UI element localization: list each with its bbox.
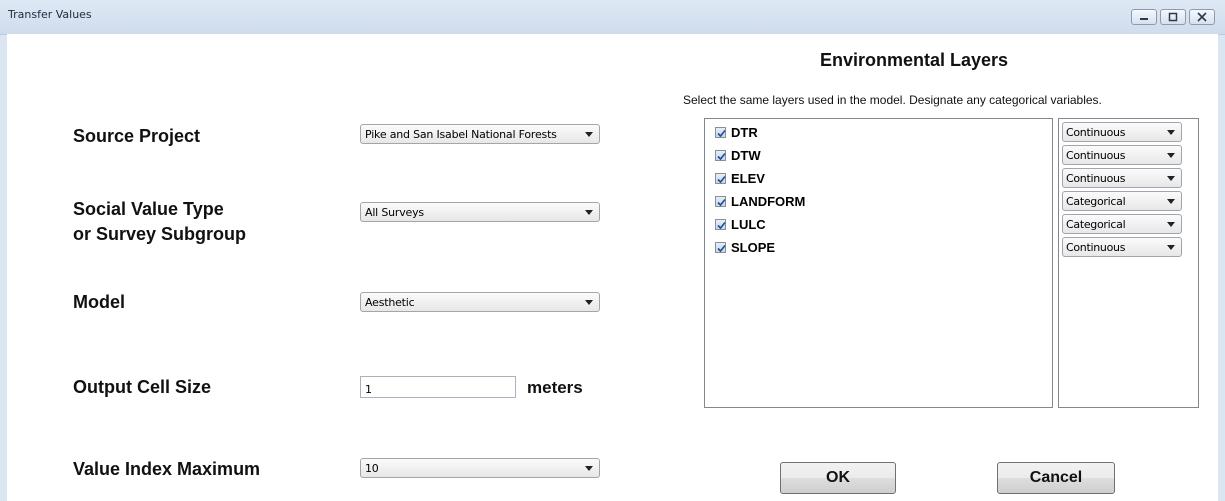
chevron-down-icon	[1167, 199, 1175, 204]
checkbox-checked-icon[interactable]	[715, 126, 726, 138]
chevron-down-icon	[1167, 222, 1175, 227]
checkbox-checked-icon[interactable]	[715, 241, 726, 253]
value-index-maximum-value: 10	[365, 462, 379, 475]
window-controls	[1131, 9, 1215, 25]
layer-item-dtr[interactable]: DTR	[715, 121, 758, 143]
environmental-layers-instructions: Select the same layers used in the model…	[683, 93, 1102, 107]
social-value-type-dropdown[interactable]: All Surveys	[360, 202, 600, 222]
cancel-button[interactable]: Cancel	[997, 462, 1115, 494]
layer-item-slope[interactable]: SLOPE	[715, 236, 775, 258]
social-value-type-value: All Surveys	[365, 206, 424, 219]
chevron-down-icon	[1167, 176, 1175, 181]
value-index-maximum-label: Value Index Maximum	[73, 459, 261, 479]
chevron-down-icon	[1167, 130, 1175, 135]
chevron-down-icon	[1167, 153, 1175, 158]
close-icon[interactable]	[1189, 9, 1215, 25]
layer-type-list: Continuous Continuous Continuous Categor…	[1058, 118, 1199, 408]
chevron-down-icon	[1167, 245, 1175, 250]
layer-checklist[interactable]: DTR DTW ELEV LANDFORM LULC SLOPE	[704, 118, 1053, 408]
source-project-value: Pike and San Isabel National Forests	[365, 128, 557, 141]
checkbox-checked-icon[interactable]	[715, 149, 726, 161]
layer-item-landform[interactable]: LANDFORM	[715, 190, 805, 212]
layer-type-dropdown-lulc[interactable]: Categorical	[1062, 214, 1182, 234]
chevron-down-icon	[585, 132, 593, 137]
value-index-maximum-dropdown[interactable]: 10	[360, 458, 600, 478]
layer-type-dropdown-landform[interactable]: Categorical	[1062, 191, 1182, 211]
ok-button[interactable]: OK	[780, 462, 896, 494]
output-cell-size-input[interactable]	[360, 376, 516, 398]
dialog-body: Source Project Pike and San Isabel Natio…	[7, 34, 1218, 501]
layer-item-elev[interactable]: ELEV	[715, 167, 765, 189]
model-label: Model	[73, 292, 125, 312]
model-value: Aesthetic	[365, 296, 415, 309]
environmental-layers-title: Environmental Layers	[820, 50, 1009, 70]
layer-type-dropdown-slope[interactable]: Continuous	[1062, 237, 1182, 257]
layer-item-dtw[interactable]: DTW	[715, 144, 761, 166]
layer-type-dropdown-dtr[interactable]: Continuous	[1062, 122, 1182, 142]
checkbox-checked-icon[interactable]	[715, 195, 726, 207]
source-project-dropdown[interactable]: Pike and San Isabel National Forests	[360, 124, 600, 144]
output-cell-size-label: Output Cell Size	[73, 377, 212, 397]
title-bar: Transfer Values	[0, 0, 1225, 35]
maximize-icon[interactable]	[1160, 9, 1186, 25]
layer-type-dropdown-elev[interactable]: Continuous	[1062, 168, 1182, 188]
layer-type-dropdown-dtw[interactable]: Continuous	[1062, 145, 1182, 165]
checkbox-checked-icon[interactable]	[715, 218, 726, 230]
output-cell-size-unit: meters	[527, 378, 583, 397]
source-project-label: Source Project	[73, 126, 201, 146]
minimize-icon[interactable]	[1131, 9, 1157, 25]
chevron-down-icon	[585, 300, 593, 305]
chevron-down-icon	[585, 210, 593, 215]
chevron-down-icon	[585, 466, 593, 471]
window-title: Transfer Values	[8, 8, 92, 21]
social-value-type-label: Social Value Type or Survey Subgroup	[73, 199, 247, 244]
model-dropdown[interactable]: Aesthetic	[360, 292, 600, 312]
layer-item-lulc[interactable]: LULC	[715, 213, 766, 235]
checkbox-checked-icon[interactable]	[715, 172, 726, 184]
